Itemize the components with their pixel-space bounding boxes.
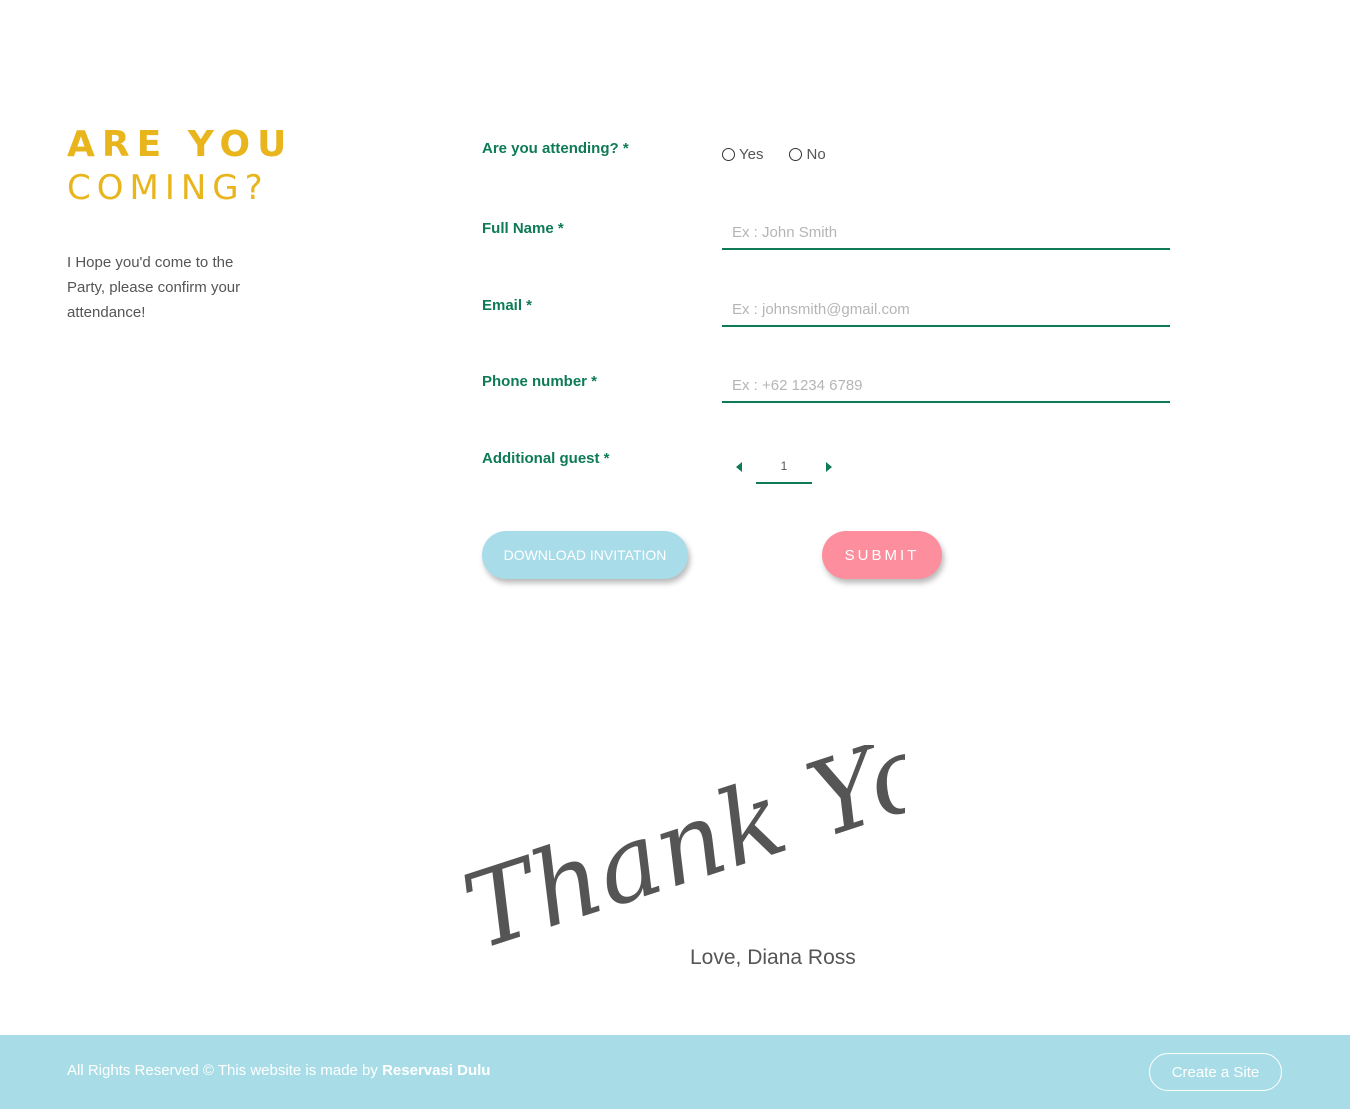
full-name-input[interactable]: [722, 216, 1170, 250]
guest-row: Additional guest * 1: [482, 446, 1172, 486]
phone-control: [722, 369, 1170, 403]
attending-yes-radio[interactable]: [722, 148, 735, 161]
rsvp-intro: ARE YOU COMING? I Hope you'd come to the…: [67, 124, 327, 325]
phone-row: Phone number *: [482, 369, 1172, 409]
thank-you-heading: Thank You: [450, 745, 905, 973]
increment-button[interactable]: [812, 450, 846, 484]
title-line-1: ARE YOU: [67, 124, 294, 165]
footer-copyright: All Rights Reserved © This website is ma…: [67, 1062, 490, 1079]
attending-row: Are you attending? * Yes No: [482, 140, 1172, 180]
attending-radio-group: Yes No: [722, 140, 1170, 163]
full-name-control: [722, 216, 1170, 250]
email-label: Email *: [482, 297, 533, 314]
signature: Love, Diana Ross: [690, 946, 856, 969]
rsvp-page: ARE YOU COMING? I Hope you'd come to the…: [0, 0, 1350, 1109]
attending-label: Are you attending? *: [482, 140, 629, 157]
email-row: Email *: [482, 293, 1172, 333]
attending-no-radio[interactable]: [789, 148, 803, 161]
phone-input[interactable]: [722, 369, 1170, 403]
footer-brand-link[interactable]: Reservasi Dulu: [382, 1062, 490, 1079]
phone-label: Phone number *: [482, 373, 598, 390]
full-name-label: Full Name *: [482, 220, 564, 237]
create-site-button[interactable]: Create a Site: [1149, 1053, 1282, 1091]
submit-button[interactable]: SUBMIT: [822, 531, 942, 579]
guest-count-value[interactable]: 1: [756, 450, 812, 484]
download-invitation-button[interactable]: DOWNLOAD INVITATION: [482, 531, 688, 579]
footer-copyright-text: All Rights Reserved © This website is ma…: [67, 1062, 378, 1079]
email-control: [722, 293, 1170, 327]
guest-label: Additional guest *: [482, 450, 610, 467]
intro-description: I Hope you'd come to the Party, please c…: [67, 254, 241, 321]
footer: All Rights Reserved © This website is ma…: [0, 1035, 1350, 1109]
caret-right-icon: [826, 462, 832, 472]
attending-yes-option[interactable]: Yes: [722, 146, 763, 163]
email-input[interactable]: [722, 293, 1170, 327]
attending-yes-label: Yes: [739, 146, 764, 163]
guest-stepper: 1: [722, 446, 1170, 484]
attending-no-option[interactable]: No: [789, 146, 826, 163]
attending-no-label: No: [806, 146, 826, 163]
decrement-button[interactable]: [722, 450, 756, 484]
title-line-2: COMING?: [67, 168, 269, 208]
caret-left-icon: [736, 462, 742, 472]
full-name-row: Full Name *: [482, 216, 1172, 256]
